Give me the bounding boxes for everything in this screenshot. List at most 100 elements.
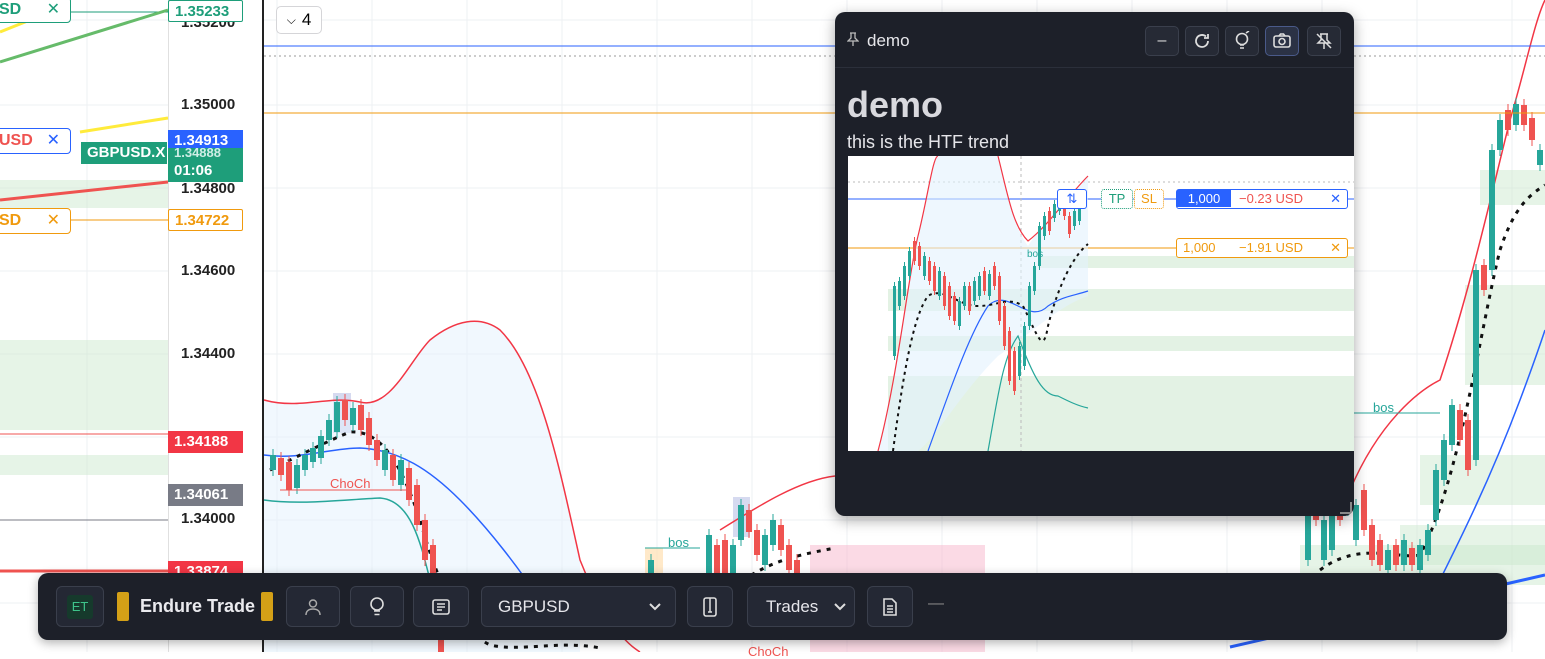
snap-candle-body	[983, 271, 986, 291]
left-yellow-trend	[79, 116, 169, 134]
snap-candle-body	[923, 256, 926, 276]
candle-body	[738, 505, 744, 540]
resize-handle[interactable]	[1340, 502, 1352, 514]
snap-candle-body	[913, 241, 916, 261]
candle-body	[778, 525, 784, 550]
chevron-down-icon: ⌵	[286, 12, 296, 27]
device-button[interactable]	[687, 586, 733, 627]
chevron-down-icon	[647, 598, 663, 619]
snapshot-button[interactable]	[1265, 26, 1299, 56]
left-sl-tag[interactable]: SD ✕	[0, 208, 71, 234]
snap-candle-body	[1033, 266, 1036, 291]
candle-body	[770, 520, 776, 545]
fvg-zone	[0, 455, 168, 475]
close-icon[interactable]: ✕	[47, 209, 60, 233]
news-button[interactable]	[413, 586, 469, 627]
tick-1-34800: 1.34800	[181, 180, 236, 197]
close-icon[interactable]: ✕	[47, 129, 60, 153]
candle-body	[334, 402, 340, 432]
choch-label: ChoCh	[330, 476, 371, 491]
candle-body	[754, 530, 760, 555]
lightbulb-icon	[370, 596, 384, 615]
demo-popup[interactable]: demo – demo this is the HTF trend bos ⇅ …	[835, 12, 1354, 516]
candle-body	[302, 455, 308, 470]
candle-body	[1393, 545, 1399, 565]
close-icon: ✕	[1330, 191, 1341, 206]
snap-candle-body	[918, 246, 921, 266]
snap-candle-body	[958, 301, 961, 326]
pin-icon	[846, 32, 860, 49]
candle-body	[1417, 545, 1423, 570]
snap-order-1: 1,000 −0.23 USD ✕	[1176, 189, 1348, 209]
bar-timer-label: 01:06	[168, 160, 243, 182]
newspaper-icon	[432, 598, 450, 615]
logo-button[interactable]: ET	[56, 586, 104, 627]
candle-body	[326, 420, 332, 440]
lightbulb-icon	[1235, 31, 1250, 49]
candle-body	[318, 436, 324, 458]
report-button[interactable]	[867, 586, 913, 627]
snap-sl-tag: SL	[1134, 189, 1164, 209]
unpin-button[interactable]	[1307, 26, 1341, 56]
candle-body	[1521, 105, 1527, 125]
candle-body	[762, 535, 768, 565]
snap-candle-body	[928, 261, 931, 281]
candle-body	[1425, 530, 1431, 555]
snap-candle-body	[1043, 216, 1046, 236]
snap-candle-body	[948, 286, 951, 316]
candle-body	[722, 540, 728, 575]
mode-select[interactable]: Trades	[747, 586, 855, 627]
candle-body	[398, 460, 404, 485]
snap-candle-body	[1013, 351, 1016, 391]
tablet-icon	[703, 596, 717, 617]
bottom-toolbar: ET Endure Trade GBPUSD Trades —	[38, 573, 1507, 640]
snap-bos-label: bos	[1027, 249, 1044, 260]
minimize-button[interactable]: –	[1145, 26, 1179, 56]
tick-1-35000: 1.35000	[181, 96, 236, 113]
candle-body	[746, 510, 752, 532]
popup-header[interactable]: demo –	[835, 12, 1354, 68]
fvg-zone	[0, 340, 168, 430]
candle-body	[786, 545, 792, 570]
symbol-value: GBPUSD	[498, 596, 570, 616]
symbol-select[interactable]: GBPUSD	[481, 586, 676, 627]
brand-marker-left	[117, 592, 129, 621]
candle-body	[1353, 505, 1359, 540]
unpin-icon	[1316, 33, 1332, 49]
snap-candle-body	[998, 276, 1001, 321]
candle-body	[1401, 540, 1407, 565]
tick-1-34000: 1.34000	[181, 510, 236, 527]
candle-body	[294, 465, 300, 488]
mode-value: Trades	[766, 596, 819, 616]
candle-body	[406, 468, 412, 500]
candle-body	[1537, 150, 1543, 165]
candle-body	[1481, 265, 1487, 290]
candle-body	[390, 455, 396, 480]
snap-candle-body	[938, 271, 941, 296]
refresh-icon	[1195, 34, 1209, 48]
candle-body	[342, 400, 348, 420]
sl-price-label: 1.34722	[168, 209, 243, 231]
snap-candle-body	[1053, 204, 1056, 218]
snap-candle-body	[1023, 326, 1026, 366]
left-tp-tag[interactable]: SD ✕	[0, 0, 71, 23]
collapse-badge[interactable]: ⌵ 4	[276, 6, 322, 34]
left-order-tag[interactable]: USD ✕	[0, 128, 71, 154]
idea-button[interactable]	[1225, 26, 1259, 56]
candle-body	[1449, 405, 1455, 445]
candle-body	[1409, 548, 1415, 565]
candle-body	[422, 520, 428, 560]
popup-heading: demo	[847, 84, 944, 125]
snap-candle-body	[993, 266, 996, 286]
document-icon	[883, 597, 897, 616]
account-button[interactable]	[286, 586, 340, 627]
bos-label-left: bos	[668, 535, 689, 550]
ideas-button[interactable]	[350, 586, 404, 627]
snap-candle-body	[1028, 286, 1031, 326]
candle-body	[1489, 150, 1495, 270]
close-icon[interactable]: ✕	[47, 0, 60, 22]
chevron-down-icon	[832, 598, 848, 619]
snap-candle-body	[1018, 346, 1021, 376]
refresh-button[interactable]	[1185, 26, 1219, 56]
snap-position-toggle: ⇅	[1057, 189, 1087, 209]
